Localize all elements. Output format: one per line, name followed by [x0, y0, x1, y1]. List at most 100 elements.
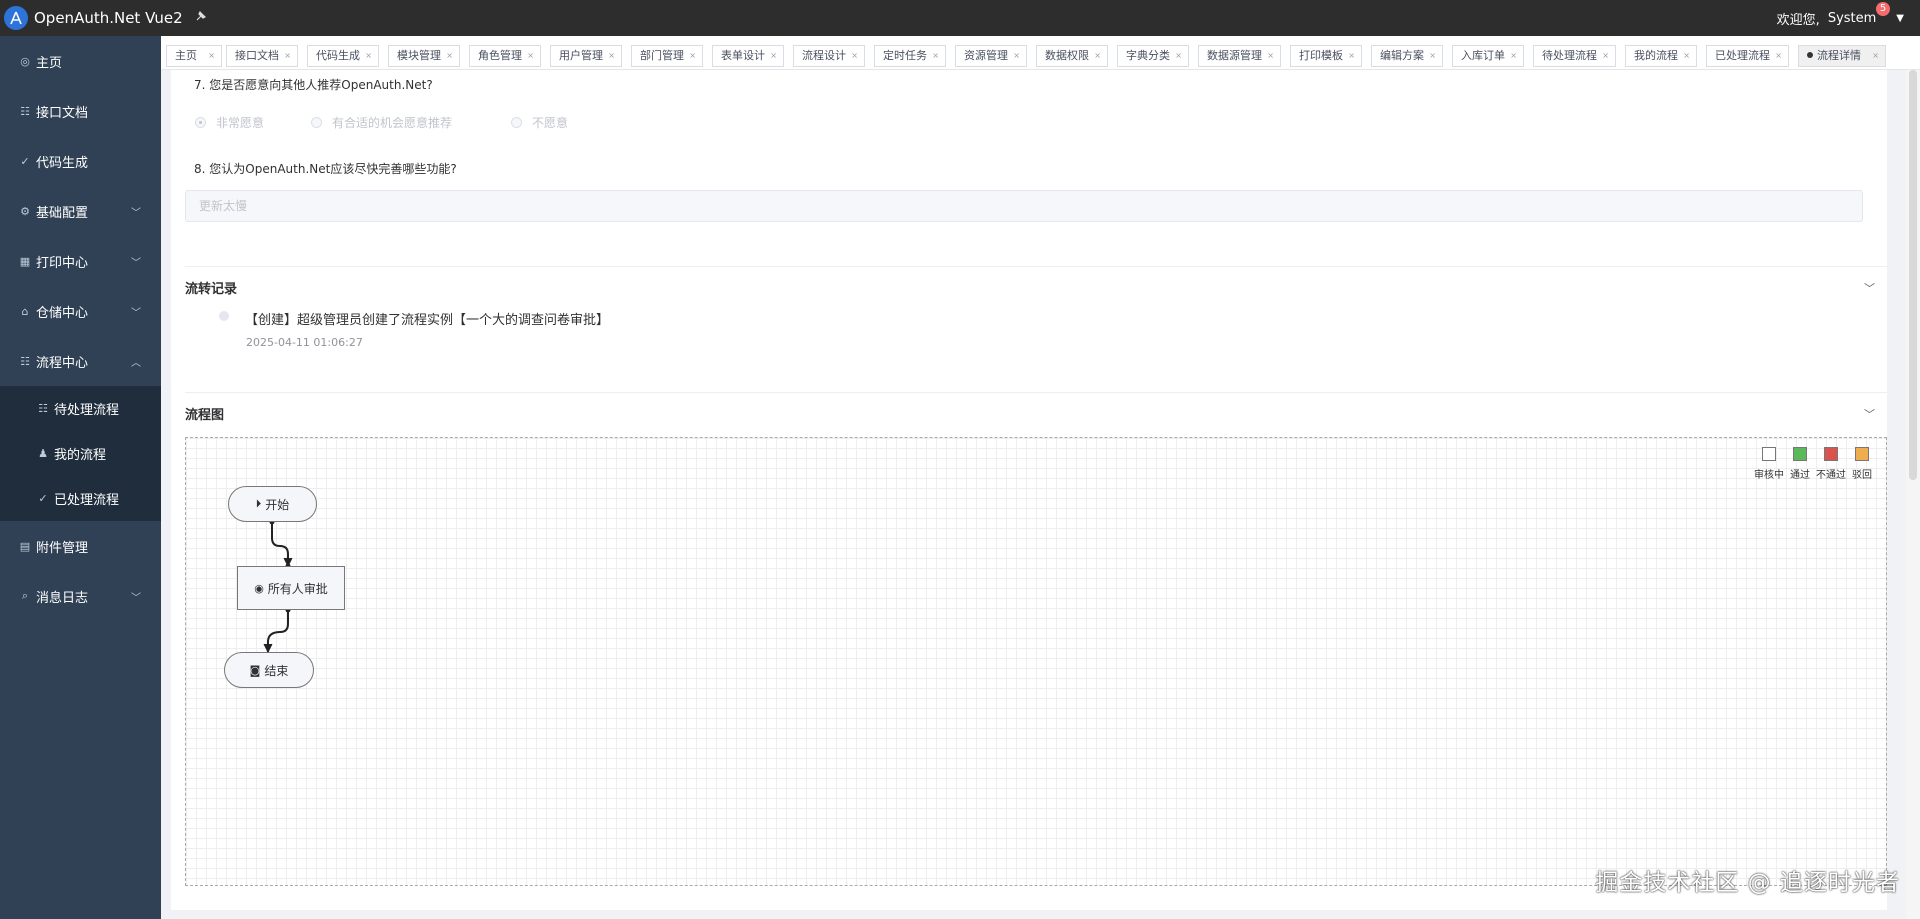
sidebar-item-label: 流程中心 [36, 355, 89, 371]
sidebar-item-label: 附件管理 [36, 540, 89, 556]
tag-item[interactable]: 模块管理 × [388, 45, 460, 67]
caret-down-icon[interactable]: ▼ [1896, 13, 1904, 24]
close-icon[interactable]: × [1602, 46, 1609, 66]
close-icon[interactable]: × [1429, 46, 1436, 66]
flow-node-start[interactable]: ⏵ 开始 [228, 486, 317, 522]
app-title: OpenAuth.Net Vue2 [34, 9, 183, 27]
tag-item[interactable]: 用户管理 × [550, 45, 622, 67]
sidebar-item-codegen[interactable]: ✓ 代码生成 [0, 136, 161, 186]
close-icon[interactable]: × [1094, 46, 1101, 66]
history-section-header[interactable]: 流转记录 ﹀ [185, 266, 1887, 308]
flow-node-end[interactable]: ◙ 结束 [224, 652, 314, 688]
close-icon[interactable]: × [1348, 46, 1355, 66]
eye-icon: ◉ [254, 581, 264, 595]
tag-item[interactable]: 部门管理 × [631, 45, 703, 67]
radio-circle[interactable] [195, 117, 206, 128]
question-8: 8. 您认为OpenAuth.Net应该尽快完善哪些功能? [194, 162, 457, 176]
close-icon[interactable]: × [608, 46, 615, 66]
tag-item[interactable]: 流程设计 × [793, 45, 865, 67]
close-icon[interactable]: × [1872, 46, 1879, 66]
tag-label: 数据权限 [1045, 49, 1089, 62]
close-icon[interactable]: × [1013, 46, 1020, 66]
flow-icon: ☷ [20, 354, 30, 368]
user-area[interactable]: 欢迎您, System 5 ▼ [1777, 0, 1904, 36]
sidebar-item-home[interactable]: ◎ 主页 [0, 36, 161, 86]
tag-item-active[interactable]: 流程详情 × [1798, 45, 1886, 67]
pin-icon[interactable] [195, 10, 207, 26]
radio-label: 非常愿意 [216, 116, 265, 130]
tag-item[interactable]: 入库订单 × [1452, 45, 1524, 67]
tag-item[interactable]: 资源管理 × [955, 45, 1027, 67]
close-icon[interactable]: × [365, 46, 372, 66]
radio-label: 不愿意 [532, 116, 569, 130]
logo[interactable]: OpenAuth.Net Vue2 [0, 6, 183, 30]
close-icon[interactable]: × [1510, 46, 1517, 66]
close-icon[interactable]: × [1267, 46, 1274, 66]
close-icon[interactable]: × [527, 46, 534, 66]
sidebar-item-basic-config[interactable]: ⚙ 基础配置 ﹀ [0, 186, 161, 236]
close-icon[interactable]: × [284, 46, 291, 66]
tag-item[interactable]: 主页 × [166, 45, 222, 67]
notification-badge[interactable]: 5 [1875, 1, 1891, 16]
tag-item[interactable]: 打印模板 × [1290, 45, 1362, 67]
close-icon[interactable]: × [208, 46, 215, 66]
flowchart-canvas[interactable]: 审核中 通过 不通过 驳回 ⏵ 开始 ◉ 所有人审批 ◙ 结束 [185, 437, 1887, 886]
sidebar-item-processed-flows[interactable]: ✓ 已处理流程 [0, 476, 161, 521]
sidebar-item-attachments[interactable]: ▤ 附件管理 [0, 521, 161, 571]
tag-item[interactable]: 已处理流程 × [1706, 45, 1789, 67]
vertical-scrollbar[interactable] [1906, 70, 1920, 919]
tag-item[interactable]: 定时任务 × [874, 45, 946, 67]
tag-item[interactable]: 待处理流程 × [1533, 45, 1616, 67]
close-icon[interactable]: × [851, 46, 858, 66]
flow-node-approve[interactable]: ◉ 所有人审批 [237, 566, 345, 610]
sidebar-item-print-center[interactable]: ▦ 打印中心 ﹀ [0, 236, 161, 286]
legend-item: 不通过 [1816, 447, 1846, 481]
tag-label: 已处理流程 [1715, 49, 1770, 62]
tag-item[interactable]: 编辑方案 × [1371, 45, 1443, 67]
tag-item[interactable]: 数据源管理 × [1198, 45, 1281, 67]
radio-option[interactable]: 不愿意 [511, 114, 568, 131]
sidebar-item-label: 主页 [36, 55, 63, 71]
tag-item[interactable]: 代码生成 × [307, 45, 379, 67]
sidebar-item-flow-center[interactable]: ☷ 流程中心 ︿ [0, 336, 161, 386]
chevron-down-icon[interactable]: ﹀ [1864, 406, 1875, 422]
tag-item[interactable]: 字典分类 × [1117, 45, 1189, 67]
flow-detail-card: 7. 您是否愿意向其他人推荐OpenAuth.Net? 非常愿意 有合适的机会愿… [171, 70, 1887, 910]
close-icon[interactable]: × [932, 46, 939, 66]
legend-swatch-reject [1855, 447, 1869, 461]
chevron-down-icon[interactable]: ﹀ [1864, 280, 1875, 296]
close-icon[interactable]: × [446, 46, 453, 66]
tag-label: 流程设计 [802, 49, 846, 62]
sidebar-item-label: 打印中心 [36, 255, 89, 271]
close-icon[interactable]: × [1175, 46, 1182, 66]
play-icon: ⏵ [255, 497, 262, 510]
node-label: 开始 [265, 497, 290, 512]
tag-item[interactable]: 角色管理 × [469, 45, 541, 67]
sidebar-item-pending-flows[interactable]: ☷ 待处理流程 [0, 386, 161, 431]
close-icon[interactable]: × [770, 46, 777, 66]
sidebar-item-message-log[interactable]: ⌕ 消息日志 ﹀ [0, 571, 161, 621]
tag-item[interactable]: 我的流程 × [1625, 45, 1697, 67]
legend-label: 通过 [1790, 470, 1810, 481]
tag-item[interactable]: 表单设计 × [712, 45, 784, 67]
answer-input[interactable]: 更新太慢 [185, 190, 1863, 222]
close-icon[interactable]: × [689, 46, 696, 66]
tag-label: 字典分类 [1126, 49, 1170, 62]
radio-circle[interactable] [311, 117, 322, 128]
sidebar-item-my-flows[interactable]: ♟ 我的流程 [0, 431, 161, 476]
sidebar-item-api-docs[interactable]: ☷ 接口文档 [0, 86, 161, 136]
radio-option[interactable]: 有合适的机会愿意推荐 [311, 114, 452, 131]
legend-swatch-fail [1824, 447, 1838, 461]
flowchart-section-header[interactable]: 流程图 ﹀ [185, 392, 1887, 434]
close-icon[interactable]: × [1775, 46, 1782, 66]
scrollbar-thumb[interactable] [1909, 70, 1917, 480]
radio-option[interactable]: 非常愿意 [195, 114, 264, 131]
close-icon[interactable]: × [1683, 46, 1690, 66]
sidebar-item-label: 代码生成 [36, 155, 89, 171]
user-name[interactable]: System 5 [1828, 1, 1891, 26]
radio-circle[interactable] [511, 117, 522, 128]
tag-item[interactable]: 数据权限 × [1036, 45, 1108, 67]
sidebar-item-label: 已处理流程 [54, 493, 120, 508]
sidebar-item-warehouse[interactable]: ⌂ 仓储中心 ﹀ [0, 286, 161, 336]
tag-item[interactable]: 接口文档 × [226, 45, 298, 67]
